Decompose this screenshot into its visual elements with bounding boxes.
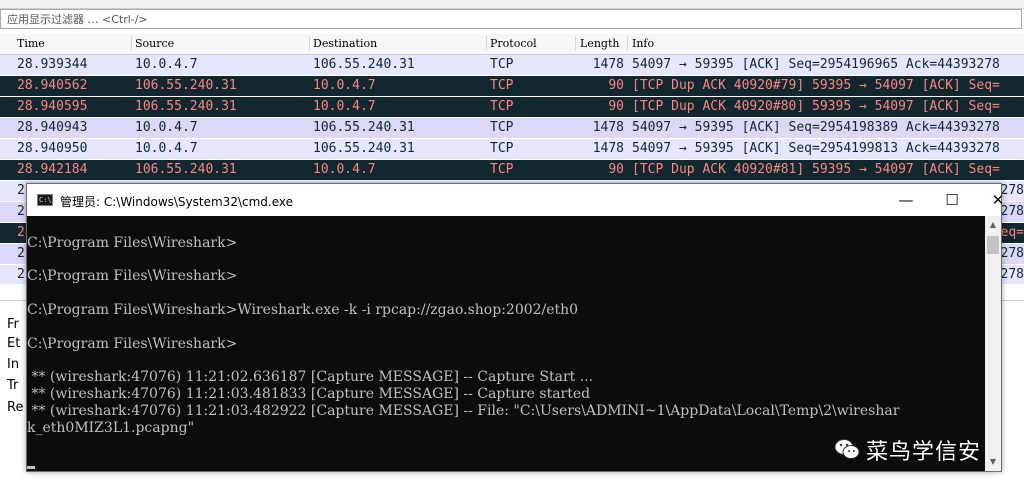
- packet-cell-time: 28.940595: [17, 99, 88, 114]
- packet-cell-info: 54097 → 59395 [ACK] Seq=2954199813 Ack=4…: [632, 141, 1000, 156]
- scroll-thumb[interactable]: [987, 236, 999, 254]
- packet-cell-proto: TCP: [490, 99, 514, 114]
- packet-cell-time: 2: [17, 267, 25, 282]
- close-button[interactable]: ✕: [975, 184, 1021, 216]
- column-divider[interactable]: [131, 36, 132, 51]
- minimize-button[interactable]: —: [883, 184, 929, 216]
- console-line: ** (wireshark:47076) 11:21:03.481833 [Ca…: [27, 386, 591, 402]
- packet-cell-proto: TCP: [490, 78, 514, 93]
- packet-cell-dst: 10.0.4.7: [313, 162, 376, 177]
- detail-ethernet[interactable]: Et: [7, 336, 20, 351]
- packet-row[interactable]: 28.940950 10.0.4.7 106.55.240.31 TCP 1478 540…: [0, 139, 1024, 159]
- column-divider[interactable]: [309, 36, 310, 51]
- console-line: C:\Program Files\Wireshark>: [27, 234, 238, 251]
- packet-list-header: Time Source Destination Protocol Length …: [0, 34, 1024, 55]
- packet-cell-src: 106.55.240.31: [135, 162, 237, 177]
- wechat-icon: [834, 439, 860, 459]
- col-header-info[interactable]: Info: [632, 37, 654, 50]
- packet-row[interactable]: 28.940562 106.55.240.31 10.0.4.7 TCP 90 [TCP …: [0, 76, 1024, 96]
- col-header-time[interactable]: Time: [17, 37, 45, 50]
- column-divider[interactable]: [627, 36, 628, 51]
- detail-transport[interactable]: Tr: [7, 378, 18, 393]
- console-line: ** (wireshark:47076) 11:21:02.636187 [Ca…: [27, 369, 594, 386]
- packet-cell-src: 106.55.240.31: [135, 99, 237, 114]
- packet-row[interactable]: 28.940595 106.55.240.31 10.0.4.7 TCP 90 [TCP …: [0, 97, 1024, 117]
- packet-cell-len: 1478: [592, 120, 624, 135]
- detail-internet[interactable]: In: [7, 357, 19, 372]
- detail-frame[interactable]: Fr: [7, 317, 19, 332]
- packet-cell-proto: TCP: [490, 120, 514, 135]
- packet-cell-time: 28.942184: [17, 162, 88, 177]
- cmd-console[interactable]: C:\Program Files\Wireshark> C:\Program Fi…: [27, 216, 987, 471]
- packet-cell-dst: 106.55.240.31: [313, 57, 415, 72]
- packet-cell-src: 10.0.4.7: [135, 141, 198, 156]
- packet-cell-len: 1478: [592, 141, 624, 156]
- packet-cell-info: 54097 → 59395 [ACK] Seq=2954198389 Ack=4…: [632, 120, 1000, 135]
- cmd-window[interactable]: C:\_ 管理员: C:\Windows\System32\cmd.exe — …: [26, 183, 1004, 472]
- toolbar-strip: [0, 0, 1024, 9]
- packet-cell-time: 2: [17, 204, 25, 219]
- packet-cell-len: 90: [608, 78, 624, 93]
- packet-cell-info: 278: [1000, 267, 1024, 282]
- console-line: C:\Program Files\Wireshark>: [27, 335, 238, 352]
- packet-cell-time: 28.939344: [17, 57, 88, 72]
- packet-cell-len: 90: [608, 99, 624, 114]
- packet-cell-time: 28.940943: [17, 120, 88, 135]
- packet-cell-proto: TCP: [490, 141, 514, 156]
- packet-cell-dst: 10.0.4.7: [313, 78, 376, 93]
- scroll-down-arrow-icon[interactable]: ▼: [985, 453, 1001, 471]
- display-filter-input[interactable]: 应用显示过滤器 … <Ctrl-/>: [0, 9, 1022, 29]
- packet-cell-proto: TCP: [490, 57, 514, 72]
- console-line: C:\Program Files\Wireshark>Wireshark.exe…: [27, 302, 579, 318]
- col-header-length[interactable]: Length: [580, 37, 619, 50]
- packet-cell-info: 54097 → 59395 [ACK] Seq=2954196965 Ack=4…: [632, 57, 1000, 72]
- column-divider[interactable]: [486, 36, 487, 51]
- packet-cell-time: 28.940950: [17, 141, 88, 156]
- packet-cell-info: [TCP Dup ACK 40920#80] 59395 → 54097 [AC…: [632, 99, 1000, 114]
- text-cursor: [27, 466, 35, 469]
- scroll-up-arrow-icon[interactable]: ▲: [985, 216, 1001, 234]
- packet-cell-dst: 10.0.4.7: [313, 99, 376, 114]
- packet-cell-time: 2: [17, 183, 25, 198]
- packet-cell-len: 90: [608, 162, 624, 177]
- packet-cell-dst: 106.55.240.31: [313, 141, 415, 156]
- cmd-icon: C:\_: [37, 194, 56, 206]
- packet-cell-src: 10.0.4.7: [135, 57, 198, 72]
- packet-cell-info: [TCP Dup ACK 40920#81] 59395 → 54097 [AC…: [632, 162, 1000, 177]
- console-line: C:\Program Files\Wireshark>: [27, 268, 238, 285]
- column-divider[interactable]: [575, 36, 576, 51]
- col-header-source[interactable]: Source: [135, 37, 174, 50]
- packet-cell-info: [TCP Dup ACK 40920#79] 59395 → 54097 [AC…: [632, 78, 1000, 93]
- filter-placeholder: 应用显示过滤器 … <Ctrl-/>: [7, 13, 148, 26]
- packet-cell-dst: 106.55.240.31: [313, 120, 415, 135]
- packet-cell-time: 2: [17, 225, 25, 240]
- cmd-title-bar[interactable]: C:\_ 管理员: C:\Windows\System32\cmd.exe — …: [27, 184, 1004, 216]
- cmd-title-text: 管理员: C:\Windows\System32\cmd.exe: [60, 195, 293, 209]
- cmd-scrollbar[interactable]: ▲ ▼: [985, 216, 1001, 471]
- packet-cell-src: 10.0.4.7: [135, 120, 198, 135]
- detail-reassembled[interactable]: Re: [7, 400, 23, 415]
- packet-cell-time: 28.940562: [17, 78, 88, 93]
- maximize-button[interactable]: ☐: [929, 184, 975, 216]
- console-line: k_eth0MIZ3L1.pcapng": [27, 419, 195, 436]
- packet-row[interactable]: 28.942184 106.55.240.31 10.0.4.7 TCP 90 [TCP …: [0, 160, 1024, 180]
- watermark-text: 菜鸟学信安: [866, 440, 982, 465]
- col-header-protocol[interactable]: Protocol: [490, 37, 537, 50]
- col-header-destination[interactable]: Destination: [313, 37, 377, 50]
- packet-cell-info: 278: [1000, 246, 1024, 261]
- packet-row[interactable]: 28.939344 10.0.4.7 106.55.240.31 TCP 1478 540…: [0, 55, 1024, 75]
- packet-cell-src: 106.55.240.31: [135, 78, 237, 93]
- packet-row[interactable]: 28.940943 10.0.4.7 106.55.240.31 TCP 1478 540…: [0, 118, 1024, 138]
- packet-cell-proto: TCP: [490, 162, 514, 177]
- console-line: ** (wireshark:47076) 11:21:03.482922 [Ca…: [27, 402, 900, 419]
- packet-cell-time: 2: [17, 246, 25, 261]
- packet-cell-info: eq=: [1000, 225, 1024, 240]
- packet-cell-len: 1478: [592, 57, 624, 72]
